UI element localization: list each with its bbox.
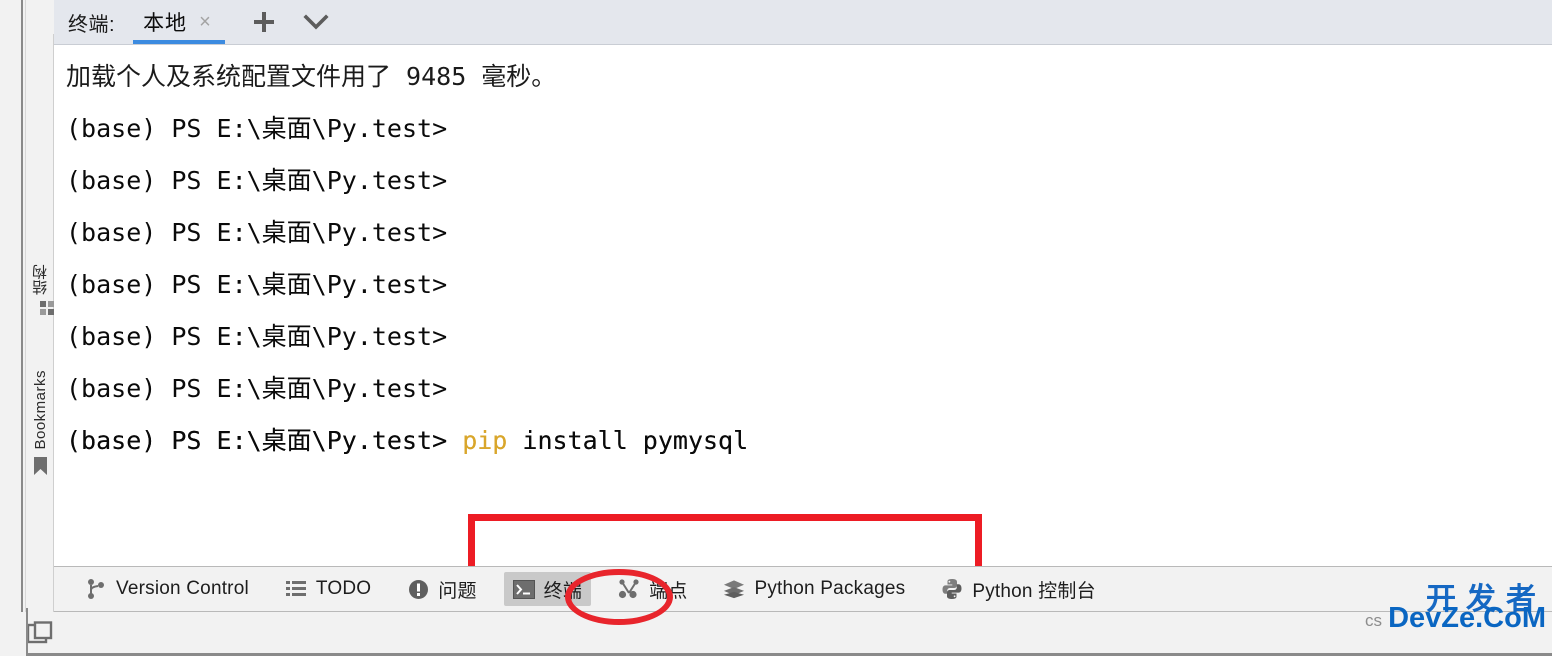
tool-button-problems[interactable]: 问题 (398, 572, 485, 606)
terminal-command-args: install pymysql (507, 426, 749, 455)
list-icon (285, 578, 307, 600)
tool-button-version-control[interactable]: Version Control (76, 572, 258, 606)
terminal-command-line[interactable]: (base) PS E:\桌面\Py.test> pip install pym… (66, 415, 1552, 467)
packages-icon (723, 578, 745, 600)
tab-local-label: 本地 (143, 12, 188, 35)
window-frame-left-bottom-border (26, 608, 28, 656)
terminal-tabbar-title: 终端: (68, 13, 116, 36)
terminal-prompt: (base) PS E:\桌面\Py.test> (66, 426, 463, 455)
terminal-lines: 加载个人及系统配置文件用了 9485 毫秒。 (base) PS E:\桌面\P… (66, 51, 1552, 566)
tool-button-python-console-label: Python 控制台 (972, 580, 1096, 602)
status-strip (54, 612, 1552, 656)
terminal-icon (512, 578, 535, 600)
bookmark-icon (32, 456, 49, 481)
sidebar-item-bookmarks[interactable]: Bookmarks (26, 370, 54, 481)
rail-item-list: 结构 Bookmarks (26, 36, 54, 612)
terminal-line: (base) PS E:\桌面\Py.test> (66, 374, 448, 403)
tool-button-todo-label: TODO (315, 578, 372, 599)
terminal-line: (base) PS E:\桌面\Py.test> (66, 322, 448, 351)
tool-button-python-packages[interactable]: Python Packages (714, 572, 914, 606)
plus-icon[interactable] (249, 7, 279, 37)
endpoints-icon (618, 578, 640, 600)
tool-button-terminal-label: 终端 (543, 580, 583, 602)
tool-button-version-control-label: Version Control (116, 578, 249, 599)
left-tool-rail: 结构 Bookmarks (0, 0, 54, 656)
chevron-down-icon[interactable] (301, 7, 331, 37)
tool-window-bar: Version Control TODO 问题 终端 端点 Python Pac… (54, 566, 1552, 625)
tool-button-python-console[interactable]: Python 控制台 (932, 572, 1104, 606)
terminal-line: 加载个人及系统配置文件用了 9485 毫秒。 (66, 62, 557, 91)
warning-circle-icon (407, 578, 429, 600)
terminal-command-keyword: pip (462, 426, 508, 455)
terminal-tabbar: 终端: 本地 × (54, 0, 1552, 45)
python-icon (941, 578, 963, 600)
tool-button-todo[interactable]: TODO (276, 572, 380, 606)
tab-active-underline (133, 40, 225, 44)
terminal-output-area[interactable]: 加载个人及系统配置文件用了 9485 毫秒。 (base) PS E:\桌面\P… (54, 45, 1552, 566)
tab-local[interactable]: 本地 × (133, 0, 225, 44)
tool-button-endpoints[interactable]: 端点 (609, 572, 696, 606)
tool-button-terminal[interactable]: 终端 (503, 572, 592, 606)
branch-icon (85, 578, 107, 600)
window-frame-left-border (21, 0, 23, 612)
terminal-line: (base) PS E:\桌面\Py.test> (66, 114, 448, 143)
sidebar-item-structure-label: 结构 (31, 264, 49, 295)
tool-button-python-packages-label: Python Packages (754, 578, 906, 599)
pycharm-terminal-window: 结构 Bookmarks 终端: 本地 × 加载个人及系统配置文件用了 9485… (0, 0, 1552, 656)
sidebar-item-bookmarks-label: Bookmarks (31, 370, 49, 450)
close-icon[interactable]: × (199, 12, 211, 32)
sidebar-item-structure[interactable]: 结构 (26, 264, 54, 315)
annotation-rect-fill (475, 521, 975, 566)
tool-button-problems-label: 问题 (438, 580, 477, 602)
terminal-tool-window: 终端: 本地 × 加载个人及系统配置文件用了 9485 毫秒。 (base) P… (54, 0, 1552, 656)
terminal-line: (base) PS E:\桌面\Py.test> (66, 166, 448, 195)
terminal-line: (base) PS E:\桌面\Py.test> (66, 270, 448, 299)
terminal-line: (base) PS E:\桌面\Py.test> (66, 218, 448, 247)
layout-windows-icon[interactable] (26, 612, 54, 656)
tool-button-endpoints-label: 端点 (649, 580, 688, 602)
